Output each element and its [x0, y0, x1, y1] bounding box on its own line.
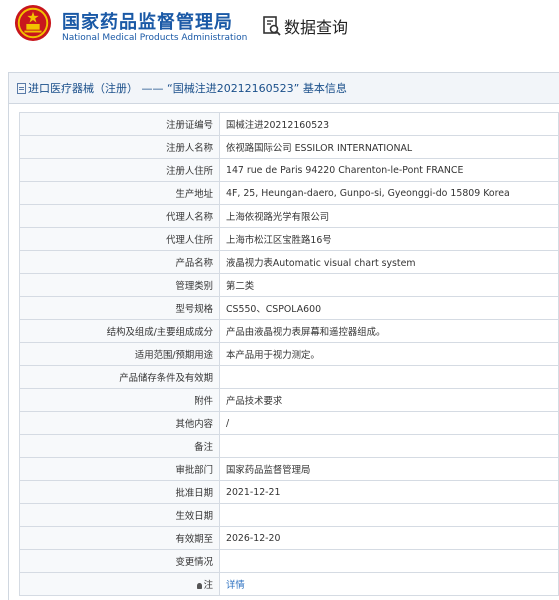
field-label-text: 附件	[194, 396, 213, 407]
field-value	[219, 365, 559, 389]
table-row: 管理类别 第二类	[19, 273, 559, 297]
table-row: 备注	[19, 434, 559, 458]
field-label: 管理类别	[19, 273, 220, 297]
table-row: 其他内容 /	[19, 411, 559, 435]
field-value: 2026-12-20	[219, 526, 559, 550]
site-subtitle: National Medical Products Administration	[62, 33, 248, 43]
field-label-text: 注册人住所	[166, 166, 213, 177]
field-label-text: 产品储存条件及有效期	[119, 373, 213, 384]
field-value: 液晶视力表Automatic visual chart system	[219, 250, 559, 274]
field-label: 批准日期	[19, 480, 220, 504]
field-label-text: 代理人住所	[166, 235, 213, 246]
table-row: 结构及组成/主要组成成分 产品由液晶视力表屏幕和遥控器组成。	[19, 319, 559, 343]
field-value: 产品由液晶视力表屏幕和遥控器组成。	[219, 319, 559, 343]
field-value: 产品技术要求	[219, 388, 559, 412]
site-header: 国家药品监督管理局 National Medical Products Admi…	[0, 0, 559, 52]
site-title: 国家药品监督管理局	[62, 12, 233, 33]
field-value: 上海市松江区宝胜路16号	[219, 227, 559, 251]
field-label: 适用范围/预期用途	[19, 342, 220, 366]
table-row: 变更情况	[19, 549, 559, 573]
field-label-text: 注	[203, 580, 213, 591]
field-label-text: 代理人名称	[166, 212, 213, 223]
field-value: 上海依视路光学有限公司	[219, 204, 559, 228]
field-label-text: 批准日期	[175, 488, 213, 499]
field-label: 注	[19, 572, 220, 596]
field-value: 国家药品监督管理局	[219, 457, 559, 481]
table-row: 产品储存条件及有效期	[19, 365, 559, 389]
table-row: 审批部门 国家药品监督管理局	[19, 457, 559, 481]
field-label-text: 审批部门	[175, 465, 213, 476]
field-label: 型号规格	[19, 296, 220, 320]
details-link[interactable]: 详情	[219, 572, 559, 596]
table-row: 注详情	[19, 572, 559, 596]
field-label: 注册证编号	[19, 112, 220, 136]
field-label: 有效期至	[19, 526, 220, 550]
field-label-text: 其他内容	[175, 419, 213, 430]
field-label-text: 产品名称	[175, 258, 213, 269]
data-search-link[interactable]: 数据查询	[262, 14, 348, 38]
field-value: 2021-12-21	[219, 480, 559, 504]
field-label-text: 注册人名称	[166, 143, 213, 154]
table-row: 注册证编号 国械注进20212160523	[19, 112, 559, 136]
field-label: 产品储存条件及有效期	[19, 365, 220, 389]
panel-title: 进口医疗器械（注册） —— “国械注进20212160523” 基本信息	[28, 82, 347, 95]
field-label-text: 管理类别	[175, 281, 213, 292]
table-row: 生效日期	[19, 503, 559, 527]
table-row: 代理人名称 上海依视路光学有限公司	[19, 204, 559, 228]
field-label: 注册人名称	[19, 135, 220, 159]
lightbulb-icon	[196, 582, 202, 589]
field-value: 147 rue de Paris 94220 Charenton-le-Pont…	[219, 158, 559, 182]
field-label: 审批部门	[19, 457, 220, 481]
field-label-text: 注册证编号	[166, 120, 213, 131]
field-label-text: 备注	[194, 442, 213, 453]
field-label: 生产地址	[19, 181, 220, 205]
table-row: 注册人住所 147 rue de Paris 94220 Charenton-le…	[19, 158, 559, 182]
table-row: 注册人名称 依视路国际公司 ESSILOR INTERNATIONAL	[19, 135, 559, 159]
table-row: 批准日期 2021-12-21	[19, 480, 559, 504]
table-row: 生产地址 4F, 25, Heungan-daero, Gunpo-si, Gye…	[19, 181, 559, 205]
table-row: 适用范围/预期用途 本产品用于视力测定。	[19, 342, 559, 366]
field-label: 产品名称	[19, 250, 220, 274]
field-value: /	[219, 411, 559, 435]
table-row: 型号规格 CS550、CSPOLA600	[19, 296, 559, 320]
field-value: 第二类	[219, 273, 559, 297]
panel-header: 进口医疗器械（注册） —— “国械注进20212160523” 基本信息	[9, 73, 559, 104]
field-label-text: 型号规格	[175, 304, 213, 315]
field-label: 其他内容	[19, 411, 220, 435]
document-icon	[17, 82, 26, 94]
national-emblem-icon	[14, 4, 52, 42]
field-label: 结构及组成/主要组成成分	[19, 319, 220, 343]
field-value: 国械注进20212160523	[219, 112, 559, 136]
field-label-text: 结构及组成/主要组成成分	[106, 327, 213, 338]
document-search-icon	[263, 16, 281, 36]
data-search-label: 数据查询	[284, 18, 349, 37]
field-label: 代理人名称	[19, 204, 220, 228]
field-value: 4F, 25, Heungan-daero, Gunpo-si, Gyeongg…	[219, 181, 559, 205]
field-value	[219, 434, 559, 458]
field-label-text: 适用范围/预期用途	[134, 350, 213, 361]
field-value	[219, 549, 559, 573]
field-label: 备注	[19, 434, 220, 458]
field-label: 附件	[19, 388, 220, 412]
field-label-text: 生效日期	[175, 511, 213, 522]
field-value: 依视路国际公司 ESSILOR INTERNATIONAL	[219, 135, 559, 159]
table-row: 有效期至 2026-12-20	[19, 526, 559, 550]
info-table: 注册证编号 国械注进20212160523 注册人名称 依视路国际公司 ESSILOR…	[19, 112, 559, 596]
table-row: 附件 产品技术要求	[19, 388, 559, 412]
table-row: 代理人住所 上海市松江区宝胜路16号	[19, 227, 559, 251]
field-label-text: 变更情况	[175, 557, 213, 568]
field-label-text: 有效期至	[175, 534, 213, 545]
field-label: 变更情况	[19, 549, 220, 573]
table-row: 产品名称 液晶视力表Automatic visual chart system	[19, 250, 559, 274]
field-label: 代理人住所	[19, 227, 220, 251]
field-label: 生效日期	[19, 503, 220, 527]
field-label: 注册人住所	[19, 158, 220, 182]
field-value	[219, 503, 559, 527]
field-value: CS550、CSPOLA600	[219, 296, 559, 320]
field-label-text: 生产地址	[175, 189, 213, 200]
field-value: 本产品用于视力测定。	[219, 342, 559, 366]
